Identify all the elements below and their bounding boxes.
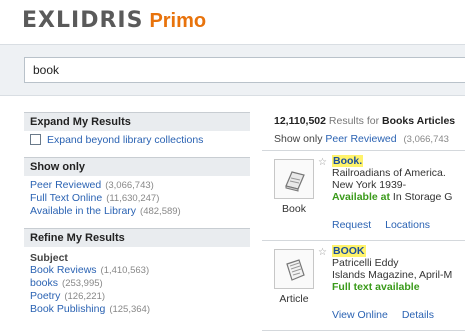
result-publication: Islands Magazine, April-M bbox=[332, 269, 453, 281]
result-publication: New York 1939- bbox=[332, 179, 407, 191]
result-item: Book ☆ Book. Railroadians of America. Ne… bbox=[262, 151, 465, 241]
search-input[interactable]: book bbox=[24, 57, 465, 83]
expand-checkbox[interactable] bbox=[30, 134, 41, 145]
result-actions: Request Locations bbox=[332, 219, 444, 231]
header: EXLIDRIS Primo bbox=[0, 0, 465, 44]
refine-section: Refine My Results Subject Book Reviews (1… bbox=[24, 228, 250, 316]
result-title[interactable]: BOOK bbox=[332, 245, 366, 257]
request-tab[interactable]: Request bbox=[332, 219, 371, 231]
show-only-title: Show only bbox=[24, 157, 250, 176]
results-count: 12,110,502 bbox=[274, 115, 326, 127]
results-for: Results for bbox=[328, 115, 380, 127]
star-icon[interactable]: ☆ bbox=[318, 157, 327, 168]
results-scope: Books Articles bbox=[382, 115, 456, 127]
result-details: Book. Railroadians of America. New York … bbox=[332, 155, 452, 203]
facet-label[interactable]: Book Reviews bbox=[30, 264, 97, 276]
peer-reviewed-link[interactable]: Peer Reviewed bbox=[325, 133, 396, 145]
facet-full-text-online[interactable]: Full Text Online (11,630,247) bbox=[30, 192, 244, 205]
article-thumbnail[interactable] bbox=[274, 249, 314, 289]
result-actions: View Online Details bbox=[332, 309, 448, 321]
search-bar: book bbox=[0, 44, 465, 96]
logo[interactable]: EXLIDRIS Primo bbox=[22, 8, 206, 33]
result-details: BOOK Patricelli Eddy Islands Magazine, A… bbox=[332, 245, 452, 293]
product-name: Primo bbox=[149, 10, 207, 32]
book-thumbnail[interactable] bbox=[274, 159, 314, 199]
show-only-label: Show only bbox=[274, 133, 323, 145]
availability-status: Full text available bbox=[332, 281, 420, 293]
facet-label[interactable]: books bbox=[30, 277, 58, 289]
details-tab[interactable]: Details bbox=[402, 309, 434, 321]
expand-section: Expand My Results Expand beyond library … bbox=[24, 112, 250, 147]
expand-option[interactable]: Expand beyond library collections bbox=[30, 134, 244, 147]
result-type: Book bbox=[282, 203, 306, 215]
facet-book-reviews[interactable]: Book Reviews (1,410,563) bbox=[30, 264, 244, 277]
facet-count: (482,589) bbox=[140, 206, 181, 217]
expand-section-title: Expand My Results bbox=[24, 112, 250, 131]
availability-location: In Storage G bbox=[392, 191, 453, 203]
article-icon bbox=[286, 259, 305, 281]
facet-count: (126,221) bbox=[64, 291, 106, 302]
results-panel: 12,110,502 Results for Books Articles Sh… bbox=[262, 112, 465, 331]
result-author: Railroadians of America. bbox=[332, 167, 446, 179]
facet-count: (3,066,743) bbox=[105, 180, 154, 191]
result-type: Article bbox=[279, 293, 309, 305]
facet-label[interactable]: Poetry bbox=[30, 290, 60, 302]
facet-count: (1,410,563) bbox=[100, 265, 150, 276]
peer-reviewed-count: (3,066,743 bbox=[403, 134, 449, 145]
view-online-tab[interactable]: View Online bbox=[332, 309, 388, 321]
facet-count: (125,364) bbox=[109, 304, 150, 315]
result-author: Patricelli Eddy bbox=[332, 257, 399, 269]
facet-poetry[interactable]: Poetry (126,221) bbox=[30, 290, 244, 303]
facet-books[interactable]: books (253,995) bbox=[30, 277, 244, 290]
facet-count: (11,630,247) bbox=[106, 193, 160, 204]
availability-status: Available at bbox=[332, 191, 390, 203]
facet-label[interactable]: Available in the Library bbox=[30, 205, 136, 217]
facet-available-in-library[interactable]: Available in the Library (482,589) bbox=[30, 205, 244, 218]
show-only-bar: Show only Peer Reviewed (3,066,743 bbox=[262, 127, 465, 151]
subject-label: Subject bbox=[30, 252, 68, 264]
facets-sidebar: Expand My Results Expand beyond library … bbox=[24, 112, 250, 326]
show-only-section: Show only Peer Reviewed (3,066,743) Full … bbox=[24, 157, 250, 218]
refine-title: Refine My Results bbox=[24, 228, 250, 247]
results-summary: 12,110,502 Results for Books Articles bbox=[262, 112, 465, 127]
locations-tab[interactable]: Locations bbox=[385, 219, 430, 231]
facet-book-publishing[interactable]: Book Publishing (125,364) bbox=[30, 303, 244, 316]
star-icon[interactable]: ☆ bbox=[318, 247, 327, 258]
result-item: Article ☆ BOOK Patricelli Eddy Islands M… bbox=[262, 241, 465, 331]
facet-peer-reviewed[interactable]: Peer Reviewed (3,066,743) bbox=[30, 179, 244, 192]
book-icon bbox=[285, 171, 305, 192]
facet-label[interactable]: Peer Reviewed bbox=[30, 179, 101, 191]
facet-label[interactable]: Full Text Online bbox=[30, 192, 102, 204]
result-title[interactable]: Book. bbox=[332, 155, 364, 167]
facet-count: (253,995) bbox=[62, 278, 103, 289]
brand-name: EXLIDRIS bbox=[22, 8, 144, 33]
expand-label[interactable]: Expand beyond library collections bbox=[47, 134, 203, 146]
facet-label[interactable]: Book Publishing bbox=[30, 303, 105, 315]
